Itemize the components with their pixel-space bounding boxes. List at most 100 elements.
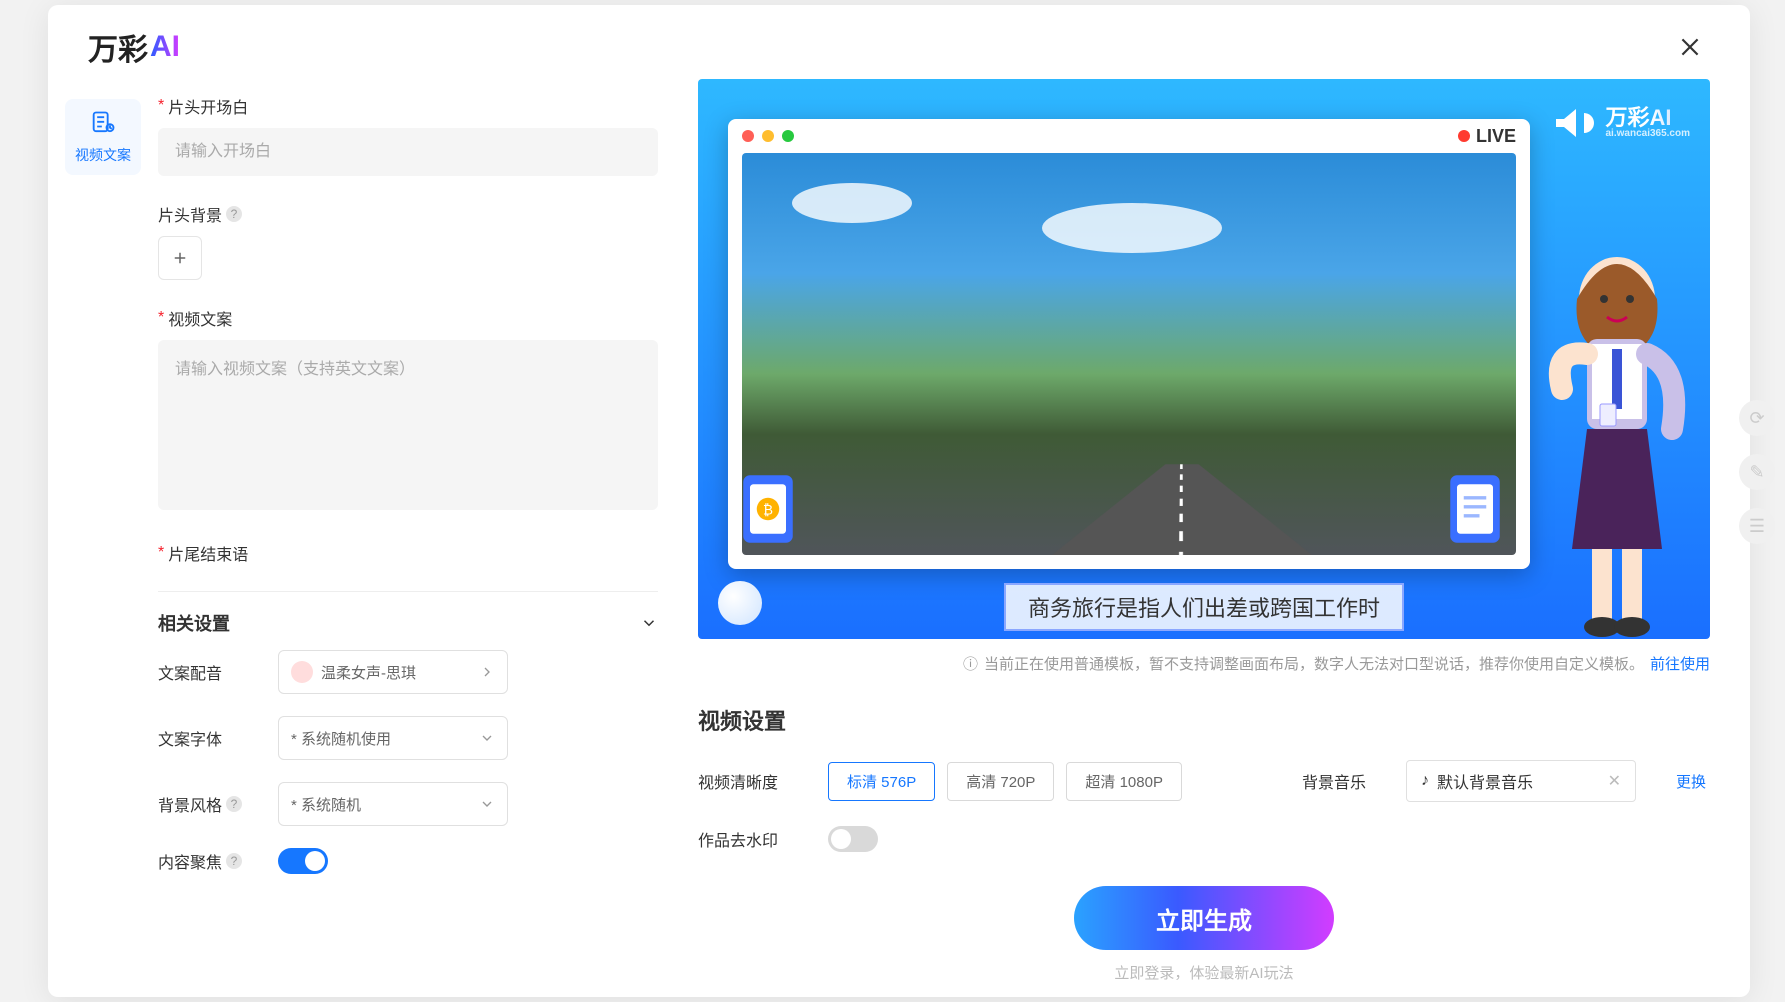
resolution-chips: 标清 576P 高清 720P 超清 1080P bbox=[828, 762, 1182, 801]
voice-avatar-icon bbox=[291, 661, 313, 683]
group-ending: * 片尾结束语 bbox=[158, 541, 658, 565]
brand-cn: 万彩 bbox=[88, 25, 148, 69]
focus-toggle[interactable] bbox=[278, 848, 328, 874]
help-icon[interactable]: ? bbox=[226, 796, 242, 812]
browser-head: LIVE bbox=[728, 119, 1530, 153]
chevron-down-icon bbox=[479, 730, 495, 746]
music-label: 背景音乐 bbox=[1302, 769, 1366, 793]
modal-body: 视频文案 * 片头开场白 片头背景 ? bbox=[48, 79, 1750, 997]
bgstyle-selected: * 系统随机 bbox=[291, 794, 361, 815]
chevron-down-icon bbox=[479, 796, 495, 812]
template-tip: ⓘ 当前正在使用普通模板，暂不支持调整画面布局，数字人无法对口型说话，推荐你使用… bbox=[698, 653, 1710, 674]
login-tip: 立即登录，体验最新AI玩法 bbox=[1114, 962, 1293, 983]
video-preview: 万彩AI ai.wancai365.com LIVE bbox=[698, 79, 1710, 639]
font-label: 文案字体 bbox=[158, 726, 222, 750]
modal: 万彩 AI 视频文案 * 片头开场白 bbox=[48, 5, 1750, 997]
focus-label: 内容聚焦 bbox=[158, 849, 222, 873]
rail-item-video-script[interactable]: 视频文案 bbox=[65, 99, 141, 175]
preview-brand-cn: 万彩 bbox=[1606, 105, 1650, 130]
video-settings-title: 视频设置 bbox=[698, 704, 1710, 736]
clipboard-left-icon: ₿ bbox=[733, 464, 803, 554]
plus-icon bbox=[171, 249, 189, 267]
generate-area: 立即生成 立即登录，体验最新AI玩法 bbox=[698, 886, 1710, 983]
music-note-icon: ♪ bbox=[1421, 772, 1429, 790]
chip-1080p[interactable]: 超清 1080P bbox=[1066, 762, 1182, 801]
chevron-down-icon bbox=[640, 614, 658, 632]
right-panel: 万彩AI ai.wancai365.com LIVE bbox=[678, 79, 1750, 997]
brand-en: AI bbox=[150, 30, 180, 64]
generate-button[interactable]: 立即生成 bbox=[1074, 886, 1334, 950]
clipboard-right-icon bbox=[1440, 464, 1510, 554]
row-watermark: 作品去水印 bbox=[698, 826, 1710, 852]
live-text: LIVE bbox=[1476, 126, 1516, 147]
opening-bg-label: 片头背景 bbox=[158, 202, 222, 226]
row-voice: 文案配音 温柔女声-思琪 bbox=[158, 650, 658, 694]
opening-input[interactable] bbox=[158, 128, 658, 176]
info-icon: ⓘ bbox=[963, 653, 978, 674]
change-music-button[interactable]: 更换 bbox=[1676, 771, 1706, 792]
chip-576p[interactable]: 标清 576P bbox=[828, 762, 935, 801]
group-opening-bg: 片头背景 ? bbox=[158, 202, 658, 280]
ending-label: 片尾结束语 bbox=[168, 541, 248, 565]
traffic-green-icon bbox=[782, 130, 794, 142]
presenter-avatar bbox=[1542, 239, 1692, 639]
side-tool-2[interactable]: ✎ bbox=[1739, 454, 1775, 490]
chip-720p[interactable]: 高清 720P bbox=[947, 762, 1054, 801]
bgstyle-label: 背景风格 bbox=[158, 792, 222, 816]
side-tool-1[interactable]: ⟳ bbox=[1739, 400, 1775, 436]
megaphone-icon bbox=[1550, 99, 1598, 147]
rail-item-label: 视频文案 bbox=[75, 145, 131, 165]
voice-label: 文案配音 bbox=[158, 660, 222, 684]
script-label-row: * 视频文案 bbox=[158, 306, 658, 330]
preview-brand-sub: ai.wancai365.com bbox=[1606, 129, 1691, 139]
preview-brand: 万彩AI ai.wancai365.com bbox=[1550, 99, 1691, 147]
music-select[interactable]: ♪ 默认背景音乐 ✕ bbox=[1406, 760, 1636, 802]
brand-logo: 万彩 AI bbox=[88, 25, 180, 69]
tip-link[interactable]: 前往使用 bbox=[1650, 653, 1710, 674]
modal-header: 万彩 AI bbox=[48, 5, 1750, 79]
generate-label: 立即生成 bbox=[1156, 901, 1252, 936]
svg-text:₿: ₿ bbox=[763, 503, 773, 518]
tip-text: 当前正在使用普通模板，暂不支持调整画面布局，数字人无法对口型说话，推荐你使用自定… bbox=[984, 653, 1644, 674]
settings-title: 相关设置 bbox=[158, 610, 230, 636]
clear-music-button[interactable]: ✕ bbox=[1608, 771, 1621, 791]
row-font: 文案字体 * 系统随机使用 bbox=[158, 716, 658, 760]
required-mark: * bbox=[158, 309, 164, 327]
close-button[interactable] bbox=[1670, 27, 1710, 67]
opening-label: 片头开场白 bbox=[168, 94, 248, 118]
watermark-toggle[interactable] bbox=[828, 826, 878, 852]
bgstyle-select[interactable]: * 系统随机 bbox=[278, 782, 508, 826]
preview-subtitle: 商务旅行是指人们出差或跨国工作时 bbox=[1004, 583, 1404, 631]
script-label: 视频文案 bbox=[168, 306, 232, 330]
resolution-label: 视频清晰度 bbox=[698, 769, 788, 793]
row-bgstyle: 背景风格 ? * 系统随机 bbox=[158, 782, 658, 826]
live-dot-icon bbox=[1458, 130, 1470, 142]
row-resolution: 视频清晰度 标清 576P 高清 720P 超清 1080P 背景音乐 ♪ 默认… bbox=[698, 760, 1710, 802]
watermark-label: 作品去水印 bbox=[698, 827, 788, 851]
page-side-tools: ⟳ ✎ ☰ bbox=[1739, 400, 1775, 544]
live-badge: LIVE bbox=[1458, 126, 1516, 147]
form-panel: * 片头开场白 片头背景 ? * 视频文案 bbox=[158, 79, 678, 997]
traffic-yellow-icon bbox=[762, 130, 774, 142]
add-opening-bg-button[interactable] bbox=[158, 236, 202, 280]
required-mark: * bbox=[158, 97, 164, 115]
close-icon bbox=[1677, 34, 1703, 60]
subtitle-text: 商务旅行是指人们出差或跨国工作时 bbox=[1028, 596, 1380, 621]
opening-bg-label-row: 片头背景 ? bbox=[158, 202, 658, 226]
chevron-right-icon bbox=[479, 664, 495, 680]
side-tool-3[interactable]: ☰ bbox=[1739, 508, 1775, 544]
font-select[interactable]: * 系统随机使用 bbox=[278, 716, 508, 760]
font-selected: * 系统随机使用 bbox=[291, 728, 391, 749]
group-opening: * 片头开场白 bbox=[158, 94, 658, 176]
music-selected: 默认背景音乐 bbox=[1437, 769, 1533, 793]
script-textarea[interactable] bbox=[158, 340, 658, 510]
left-rail: 视频文案 bbox=[48, 79, 158, 997]
voice-select[interactable]: 温柔女声-思琪 bbox=[278, 650, 508, 694]
voice-selected: 温柔女声-思琪 bbox=[321, 662, 416, 683]
help-icon[interactable]: ? bbox=[226, 853, 242, 869]
browser-mock: LIVE bbox=[728, 119, 1530, 569]
required-mark: * bbox=[158, 544, 164, 562]
settings-section-header[interactable]: 相关设置 bbox=[158, 591, 658, 650]
traffic-red-icon bbox=[742, 130, 754, 142]
help-icon[interactable]: ? bbox=[226, 206, 242, 222]
